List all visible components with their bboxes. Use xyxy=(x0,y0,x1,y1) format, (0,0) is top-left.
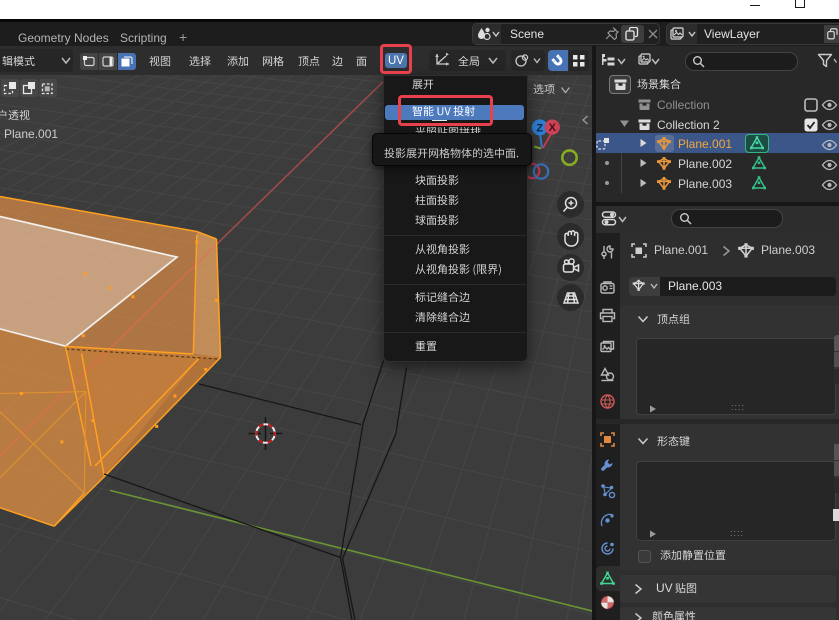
svg-text:Z: Z xyxy=(536,122,543,134)
svg-text:X: X xyxy=(549,122,557,134)
